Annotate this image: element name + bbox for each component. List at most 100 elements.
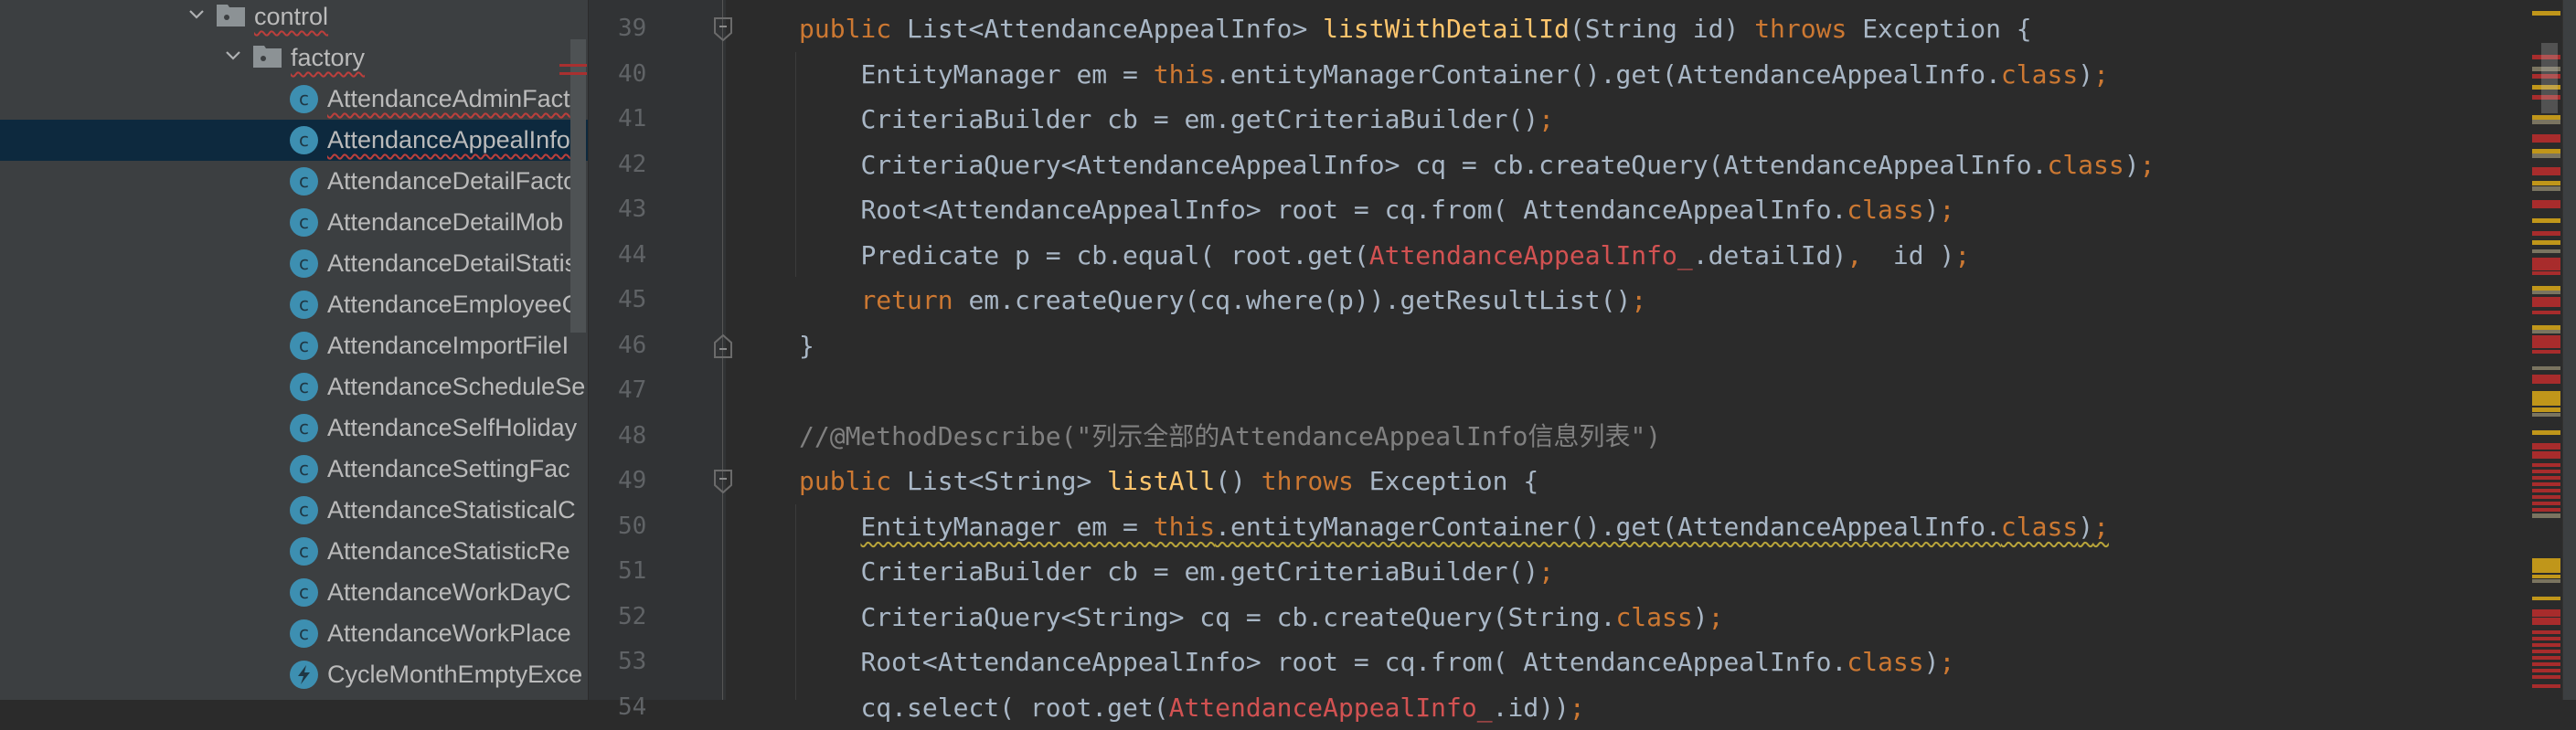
tree-file[interactable]: cAttendanceScheduleSe <box>0 366 588 407</box>
chevron-down-icon[interactable] <box>187 5 206 24</box>
error-stripe-marker[interactable] <box>2532 311 2560 314</box>
tree-scrollbar[interactable] <box>570 39 586 333</box>
error-stripe-marker[interactable] <box>2532 200 2560 208</box>
tree-file[interactable]: cAttendanceDetailFacto <box>0 161 588 202</box>
code-token: } <box>799 331 814 361</box>
error-stripe-marker[interactable] <box>2532 489 2560 492</box>
code-line[interactable]: public List<String> listAll() throws Exc… <box>799 459 1538 504</box>
error-stripe-marker[interactable] <box>2532 579 2560 583</box>
tree-file[interactable]: cAttendanceDetailStatis <box>0 243 588 284</box>
error-stripe-marker[interactable] <box>2532 609 2560 617</box>
error-stripe-marker[interactable] <box>2532 451 2560 459</box>
chevron-down-icon[interactable] <box>224 47 242 65</box>
error-stripe-marker[interactable] <box>2532 335 2560 348</box>
error-stripe-marker[interactable] <box>2532 513 2560 518</box>
code-line[interactable]: Root<AttendanceAppealInfo> root = cq.fro… <box>860 187 1954 233</box>
error-stripe-marker[interactable] <box>2532 297 2560 307</box>
error-stripe-marker[interactable] <box>2532 495 2560 499</box>
error-stripe-marker[interactable] <box>2532 249 2560 253</box>
error-stripe-marker[interactable] <box>2532 470 2560 473</box>
code-line[interactable]: Predicate p = cb.equal( root.get(Attenda… <box>860 233 1970 279</box>
error-stripe-marker[interactable] <box>2532 291 2560 294</box>
error-stripe-marker[interactable] <box>2532 618 2560 625</box>
fold-end-icon[interactable] <box>714 334 732 358</box>
tree-folder-label: factory <box>291 40 365 75</box>
tree-file[interactable]: cAttendanceWorkPlace <box>0 613 588 654</box>
error-stripe-marker[interactable] <box>2532 240 2560 245</box>
code-token: ; <box>1570 693 1585 723</box>
error-stripe-marker[interactable] <box>2532 218 2560 223</box>
line-number: 51 <box>618 549 673 595</box>
code-line[interactable]: EntityManager em = this.entityManagerCon… <box>860 504 2108 550</box>
code-line[interactable]: CriteriaQuery<String> cq = cb.createQuer… <box>860 595 1723 640</box>
code-line[interactable]: return em.createQuery(cq.where(p)).getRe… <box>860 278 1646 323</box>
error-stripe-marker[interactable] <box>2532 167 2560 175</box>
error-stripe-marker[interactable] <box>2532 181 2560 185</box>
error-stripe-marker[interactable] <box>2532 375 2560 384</box>
error-stripe-marker[interactable] <box>2532 186 2560 191</box>
right-tool-strip[interactable] <box>2562 0 2576 700</box>
tree-file[interactable]: cAttendanceSettingFac <box>0 449 588 490</box>
code-line[interactable]: Root<AttendanceAppealInfo> root = cq.fro… <box>860 640 1954 685</box>
error-stripe-marker[interactable] <box>2532 120 2560 124</box>
fold-collapse-icon[interactable] <box>714 470 732 493</box>
error-stripe-marker[interactable] <box>2532 575 2560 578</box>
code-line[interactable]: //@MethodDescribe("列示全部的AttendanceAppeal… <box>799 414 1661 460</box>
error-stripe-marker[interactable] <box>2532 413 2560 417</box>
code-line[interactable]: public List<AttendanceAppealInfo> listWi… <box>799 6 2032 52</box>
code-token: throws <box>1261 466 1369 496</box>
editor-scrollbar-thumb[interactable] <box>2541 43 2558 113</box>
tree-file[interactable]: cAttendanceStatisticRe <box>0 531 588 572</box>
error-stripe-marker[interactable] <box>2532 134 2560 143</box>
error-stripe-marker[interactable] <box>2532 153 2560 158</box>
project-tree[interactable]: controlfactorycAttendanceAdminFactcAtten… <box>0 0 588 700</box>
error-stripe-marker[interactable] <box>2532 391 2560 406</box>
error-stripe-marker[interactable] <box>2532 684 2560 688</box>
code-line[interactable]: CriteriaBuilder cb = em.getCriteriaBuild… <box>860 97 1554 143</box>
error-stripe-marker[interactable] <box>2532 430 2560 435</box>
error-stripe-marker[interactable] <box>2532 502 2560 505</box>
code-token: listWithDetailId <box>1323 14 1570 44</box>
error-stripe-marker[interactable] <box>2532 637 2560 640</box>
error-stripe-marker[interactable] <box>2532 643 2560 647</box>
fold-collapse-icon[interactable] <box>714 17 732 41</box>
error-stripe-marker[interactable] <box>2532 366 2560 370</box>
error-stripe-marker[interactable] <box>2532 258 2560 270</box>
error-stripe-marker[interactable] <box>2532 443 2560 450</box>
tree-file[interactable]: cAttendanceEmployeeC <box>0 284 588 325</box>
error-stripe-marker[interactable] <box>2532 508 2560 512</box>
tree-folder-control[interactable]: control <box>0 0 588 37</box>
code-line[interactable]: EntityManager em = this.entityManagerCon… <box>860 52 2108 98</box>
error-stripe-marker[interactable] <box>2532 463 2560 467</box>
code-line[interactable]: CriteriaBuilder cb = em.getCriteriaBuild… <box>860 549 1554 595</box>
error-stripe-marker[interactable] <box>2532 482 2560 486</box>
error-stripe-marker[interactable] <box>2532 271 2560 275</box>
error-stripe-marker[interactable] <box>2532 669 2560 672</box>
error-stripe-marker[interactable] <box>2532 597 2560 600</box>
tree-file[interactable]: cAttendanceSelfHoliday <box>0 407 588 449</box>
tree-file[interactable]: cAttendanceImportFileI <box>0 325 588 366</box>
code-line[interactable]: cq.select( root.get(AttendanceAppealInfo… <box>860 685 1584 730</box>
tree-file[interactable]: cAttendanceAppealInfo <box>0 120 588 161</box>
code-line[interactable]: CriteriaQuery<AttendanceAppealInfo> cq =… <box>860 143 2155 188</box>
error-stripe-marker[interactable] <box>2532 350 2560 354</box>
error-stripe-marker[interactable] <box>2532 558 2560 573</box>
tree-file-label: AttendanceDetailFacto <box>327 164 577 198</box>
error-stripe-marker[interactable] <box>2532 630 2560 634</box>
code-line[interactable]: } <box>799 323 814 369</box>
error-stripe-marker[interactable] <box>2532 231 2560 236</box>
error-stripe-marker[interactable] <box>2532 330 2560 333</box>
error-stripe-marker[interactable] <box>2532 476 2560 480</box>
tree-file[interactable]: cAttendanceAdminFact <box>0 79 588 120</box>
error-stripe-marker[interactable] <box>2532 11 2560 16</box>
tree-file[interactable]: cAttendanceDetailMob <box>0 202 588 243</box>
error-stripe-marker[interactable] <box>2532 662 2560 666</box>
tree-file[interactable]: cAttendanceStatisticalC <box>0 490 588 531</box>
error-stripe-marker[interactable] <box>2532 407 2560 412</box>
tree-folder-factory[interactable]: factory <box>0 37 588 79</box>
tree-file[interactable]: cAttendanceWorkDayC <box>0 572 588 613</box>
error-stripe-marker[interactable] <box>2532 656 2560 660</box>
error-stripe-marker[interactable] <box>2532 675 2560 679</box>
tree-file[interactable]: CycleMonthEmptyExce <box>0 654 588 695</box>
error-stripe-marker[interactable] <box>2532 650 2560 653</box>
